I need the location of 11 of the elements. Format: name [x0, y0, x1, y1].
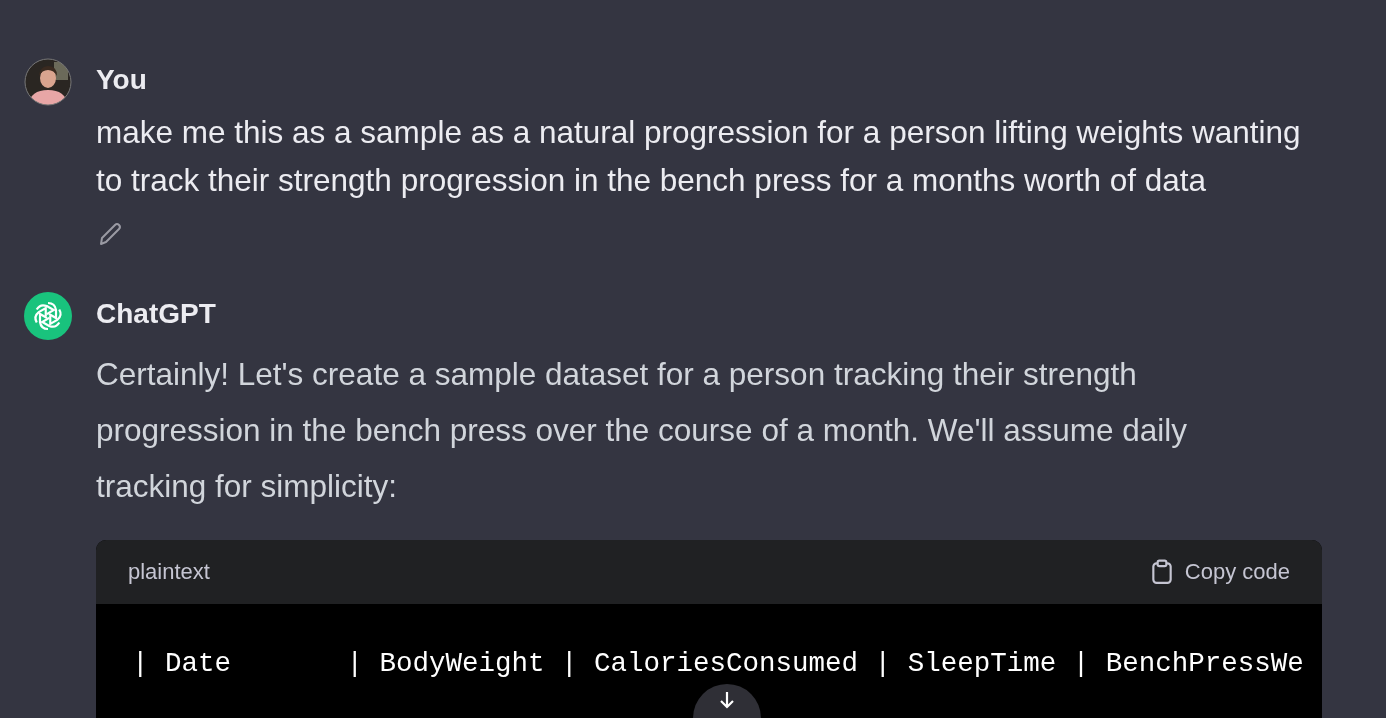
- message-text: Certainly! Let's create a sample dataset for a person tracking their strength progression in the bench press over the course of a month. We'll assume daily tracking for simplicity:: [96, 355, 1188, 506]
- user-avatar: [24, 58, 72, 106]
- code-language: plaintext: [128, 559, 210, 585]
- message-text: make me this as a sample as a natural progression for a person lifting weights wanting to track their strength progression in the bench press for a months worth of data: [96, 113, 1302, 200]
- clipboard-icon: [1150, 559, 1173, 585]
- author-name: You: [96, 63, 148, 97]
- down-arrow-icon: [717, 690, 737, 710]
- code-line: | Date | BodyWeight | CaloriesConsumed | SleepTime | BenchPressWe: [132, 647, 1305, 681]
- copy-code-button[interactable]: Copy code: [1150, 559, 1290, 585]
- assistant-avatar: [24, 292, 72, 340]
- author-name: ChatGPT: [96, 297, 217, 331]
